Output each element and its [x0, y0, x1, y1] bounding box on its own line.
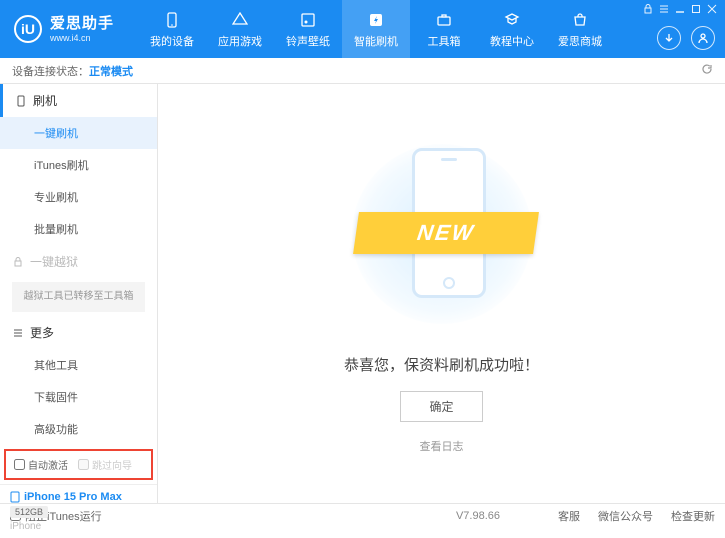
checkbox-label: 自动激活 — [28, 457, 68, 472]
nav-label: 我的设备 — [150, 33, 194, 49]
footer-link-support[interactable]: 客服 — [558, 508, 580, 524]
status-prefix: 设备连接状态： — [12, 63, 89, 79]
sidebar-item-advanced[interactable]: 高级功能 — [0, 413, 157, 445]
footer-link-update[interactable]: 检查更新 — [671, 508, 715, 524]
nav-label: 智能刷机 — [354, 33, 398, 49]
view-log-link[interactable]: 查看日志 — [420, 438, 464, 454]
minimize-icon[interactable] — [675, 4, 685, 14]
sidebar-item-other-tools[interactable]: 其他工具 — [0, 349, 157, 381]
close-icon[interactable] — [707, 4, 717, 14]
top-nav: 我的设备 应用游戏 铃声壁纸 智能刷机 工具箱 教程中心 爱思商城 — [138, 0, 614, 58]
nav-label: 工具箱 — [428, 33, 461, 49]
sidebar-item-download-firmware[interactable]: 下载固件 — [0, 381, 157, 413]
lock-icon — [12, 256, 24, 268]
version-label: V7.98.66 — [456, 510, 500, 522]
section-label: 一键越狱 — [30, 253, 78, 270]
download-icon[interactable] — [657, 26, 681, 50]
checkbox-skip-guide[interactable]: 跳过向导 — [78, 457, 132, 472]
apps-icon — [230, 10, 250, 30]
menu-icon[interactable] — [659, 4, 669, 14]
device-info: iPhone 15 Pro Max 512GB iPhone — [0, 484, 157, 538]
success-message: 恭喜您，保资料刷机成功啦！ — [344, 354, 539, 375]
flash-icon — [366, 10, 386, 30]
sidebar-section-more[interactable]: 更多 — [0, 316, 157, 349]
list-icon — [12, 327, 24, 339]
nav-ringtones[interactable]: 铃声壁纸 — [274, 0, 342, 58]
app-header: iU 爱思助手 www.i4.cn 我的设备 应用游戏 铃声壁纸 智能刷机 工具… — [0, 0, 725, 58]
maximize-icon[interactable] — [691, 4, 701, 14]
nav-my-device[interactable]: 我的设备 — [138, 0, 206, 58]
ok-button[interactable]: 确定 — [400, 391, 482, 422]
device-icon — [162, 10, 182, 30]
window-controls — [643, 4, 717, 14]
nav-apps-games[interactable]: 应用游戏 — [206, 0, 274, 58]
status-mode: 正常模式 — [89, 63, 133, 79]
sidebar-section-flash[interactable]: 刷机 — [0, 84, 157, 117]
success-illustration: NEW — [352, 134, 532, 334]
phone-icon — [15, 95, 27, 107]
nav-label: 教程中心 — [490, 33, 534, 49]
sidebar-item-itunes-flash[interactable]: iTunes刷机 — [0, 149, 157, 181]
logo-area: iU 爱思助手 www.i4.cn — [0, 15, 128, 44]
sidebar: 刷机 一键刷机 iTunes刷机 专业刷机 批量刷机 一键越狱 越狱工具已转移至… — [0, 84, 158, 503]
device-storage: 512GB — [10, 506, 48, 518]
sidebar-item-batch-flash[interactable]: 批量刷机 — [0, 213, 157, 245]
sidebar-item-pro-flash[interactable]: 专业刷机 — [0, 181, 157, 213]
main-content: NEW 恭喜您，保资料刷机成功啦！ 确定 查看日志 — [158, 84, 725, 503]
phone-icon — [10, 491, 20, 503]
refresh-icon[interactable] — [701, 63, 713, 78]
status-bar: 设备连接状态： 正常模式 — [0, 58, 725, 84]
options-box: 自动激活 跳过向导 — [4, 449, 153, 480]
checkbox-auto-activate[interactable]: 自动激活 — [14, 457, 68, 472]
checkbox-label: 跳过向导 — [92, 457, 132, 472]
logo-icon: iU — [14, 15, 42, 43]
nav-label: 应用游戏 — [218, 33, 262, 49]
user-icon[interactable] — [691, 26, 715, 50]
app-url: www.i4.cn — [50, 33, 114, 44]
device-name[interactable]: iPhone 15 Pro Max — [10, 491, 147, 503]
footer-link-wechat[interactable]: 微信公众号 — [598, 508, 653, 524]
section-label: 更多 — [30, 324, 54, 341]
sidebar-item-oneclick-flash[interactable]: 一键刷机 — [0, 117, 157, 149]
nav-label: 爱思商城 — [558, 33, 602, 49]
jailbreak-note: 越狱工具已转移至工具箱 — [12, 282, 145, 312]
toolbox-icon — [434, 10, 454, 30]
store-icon — [570, 10, 590, 30]
new-ribbon: NEW — [353, 212, 539, 254]
nav-store[interactable]: 爱思商城 — [546, 0, 614, 58]
nav-tutorials[interactable]: 教程中心 — [478, 0, 546, 58]
section-label: 刷机 — [33, 92, 57, 109]
tutorial-icon — [502, 10, 522, 30]
sidebar-section-jailbreak: 一键越狱 — [0, 245, 157, 278]
app-title: 爱思助手 — [50, 15, 114, 33]
ringtone-icon — [298, 10, 318, 30]
nav-smart-flash[interactable]: 智能刷机 — [342, 0, 410, 58]
nav-toolbox[interactable]: 工具箱 — [410, 0, 478, 58]
lock-icon[interactable] — [643, 4, 653, 14]
nav-label: 铃声壁纸 — [286, 33, 330, 49]
